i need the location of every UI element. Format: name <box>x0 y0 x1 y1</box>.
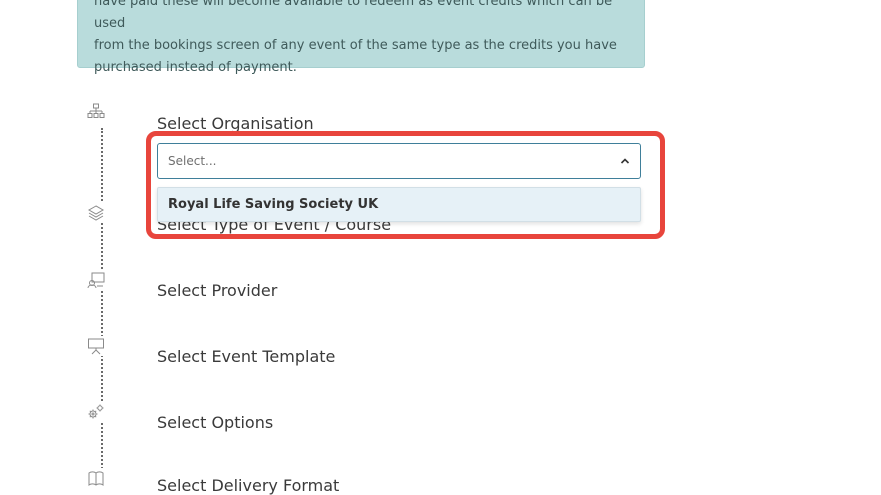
step-label-provider: Select Provider <box>157 281 278 300</box>
step-label-delivery-format: Select Delivery Format <box>157 476 340 495</box>
book-icon <box>86 468 106 488</box>
organisation-select[interactable]: Select... <box>157 143 641 179</box>
step-label-options: Select Options <box>157 413 274 432</box>
presentation-board-icon <box>86 336 106 356</box>
organisation-dropdown-menu: Royal Life Saving Society UK <box>157 187 641 222</box>
dropdown-option-royal-life-saving-society-uk[interactable]: Royal Life Saving Society UK <box>168 197 378 212</box>
layers-icon <box>86 203 106 223</box>
chevron-up-icon[interactable] <box>617 153 633 169</box>
info-banner: have paid these will become available to… <box>77 0 645 75</box>
step-label-event-template: Select Event Template <box>157 347 336 366</box>
organisation-hierarchy-icon <box>86 102 106 122</box>
info-text-line-1: have paid these will become available to… <box>94 0 613 31</box>
info-text-line-2: from the bookings screen of any event of… <box>94 38 617 53</box>
organisation-select-placeholder: Select... <box>168 154 217 168</box>
steps-timeline-line <box>101 128 103 488</box>
info-text-line-3: purchased instead of payment. <box>94 60 297 75</box>
provider-certificate-icon <box>86 270 106 290</box>
gears-icon <box>86 402 106 422</box>
